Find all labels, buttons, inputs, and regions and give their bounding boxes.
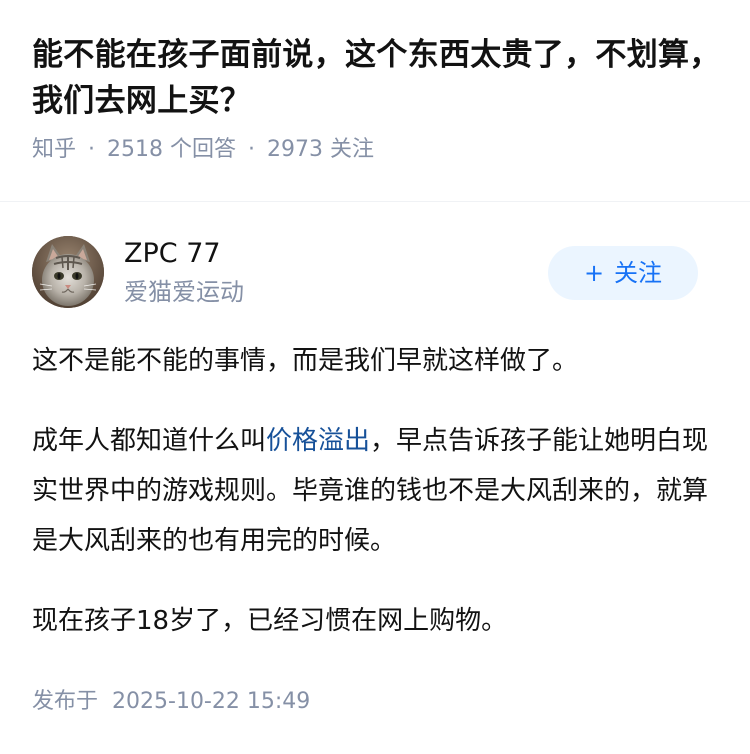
divider (0, 201, 750, 202)
question-header: 能不能在孩子面前说，这个东西太贵了，不划算，我们去网上买？ 知乎 · 2518 个回… (32, 32, 722, 166)
author-name[interactable]: ZPC 77 (124, 236, 221, 272)
followers-label: 关注 (330, 137, 375, 162)
source-label[interactable]: 知乎 (32, 137, 76, 162)
follow-button[interactable]: + 关注 (548, 246, 698, 300)
answer-paragraph: 这不是能不能的事情，而是我们早就这样做了。 (32, 346, 579, 376)
plus-icon: + (583, 259, 605, 287)
answers-label: 个回答 (170, 137, 237, 162)
answers-count: 2518 (107, 137, 164, 162)
cat-avatar[interactable] (32, 236, 104, 308)
followers-count: 2973 (267, 137, 324, 162)
published-time: 2025-10-22 15:49 (112, 689, 311, 714)
question-title[interactable]: 能不能在孩子面前说，这个东西太贵了，不划算，我们去网上买？ (32, 32, 722, 124)
separator-dot: · (88, 137, 96, 162)
answer-text: 成年人都知道什么叫 (32, 426, 267, 456)
publish-info: 发布于 2025-10-22 15:49 (32, 686, 310, 718)
cat-avatar-icon (32, 236, 104, 308)
published-label: 发布于 (32, 689, 99, 714)
answer-paragraph: 成年人都知道什么叫价格溢出，早点告诉孩子能让她明白现实世界中的游戏规则。毕竟谁的… (32, 416, 722, 566)
follow-label: 关注 (614, 259, 663, 287)
keyword-link[interactable]: 价格溢出 (266, 426, 370, 456)
author-bio: 爱猫爱运动 (124, 278, 244, 306)
question-meta: 知乎 · 2518 个回答 · 2973 关注 (32, 134, 722, 166)
separator-dot: · (248, 137, 256, 162)
answer-paragraph: 现在孩子18岁了，已经习惯在网上购物。 (32, 606, 508, 636)
answer-content: 这不是能不能的事情，而是我们早就这样做了。 成年人都知道什么叫价格溢出，早点告诉… (32, 336, 722, 646)
author-row: ZPC 77 爱猫爱运动 + 关注 (32, 236, 722, 312)
